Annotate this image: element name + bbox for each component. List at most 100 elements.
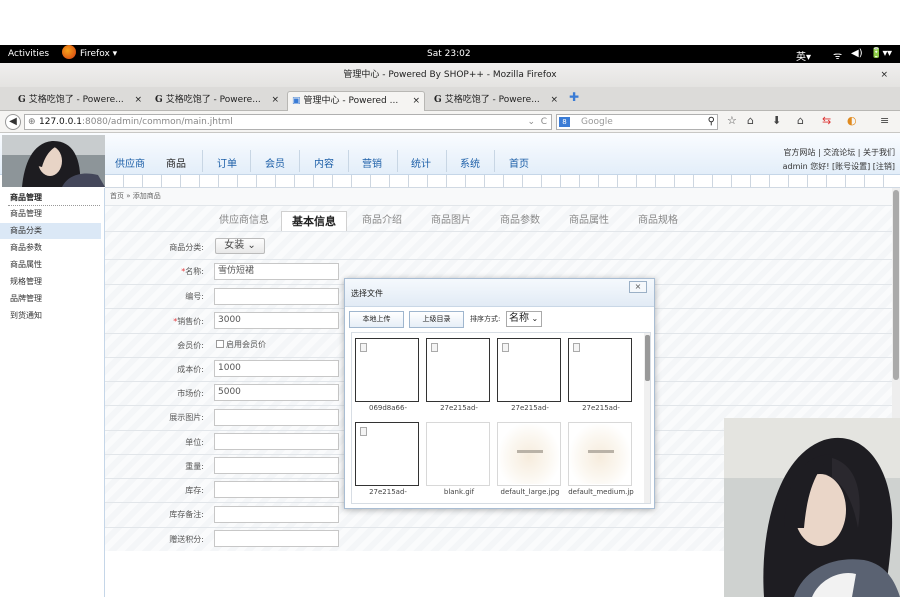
- tab-product-images[interactable]: 商品图片: [431, 211, 471, 231]
- tab-product-intro[interactable]: 商品介绍: [362, 211, 402, 231]
- file-thumbnail[interactable]: [497, 422, 561, 486]
- file-item[interactable]: default_large.jpg: [497, 419, 563, 499]
- app-menu-button[interactable]: Firefox ▾: [80, 49, 117, 59]
- sidebar-item-specifications[interactable]: 规格管理: [0, 274, 101, 290]
- cost-field[interactable]: 1000: [214, 360, 339, 377]
- download-icon[interactable]: ⬇: [772, 114, 781, 127]
- file-item[interactable]: 069d8a66-: [355, 335, 421, 415]
- tab-product-attributes[interactable]: 商品属性: [569, 211, 609, 231]
- local-upload-button[interactable]: 本地上传: [349, 311, 404, 328]
- stock-memo-field[interactable]: [214, 506, 339, 523]
- file-item[interactable]: blank.gif: [426, 419, 492, 499]
- price-field[interactable]: 3000: [214, 312, 339, 329]
- wifi-icon[interactable]: ᯤ: [833, 48, 842, 62]
- weight-field[interactable]: [214, 457, 339, 474]
- scrollbar-thumb[interactable]: [645, 335, 650, 381]
- sn-field[interactable]: [214, 288, 339, 305]
- page-scrollbar[interactable]: [892, 188, 900, 418]
- sidebar-item-product-attributes[interactable]: 商品属性: [0, 257, 101, 273]
- window-close-button[interactable]: ×: [880, 63, 888, 87]
- checkbox-icon[interactable]: [216, 340, 224, 348]
- browser-tab[interactable]: G 艾格吃饱了 - Powere... ×: [430, 91, 562, 111]
- activities-button[interactable]: Activities: [8, 49, 49, 59]
- file-thumbnail[interactable]: [426, 422, 490, 486]
- menu-icon[interactable]: ≡: [880, 114, 889, 127]
- market-price-field[interactable]: 5000: [214, 384, 339, 401]
- file-thumbnail[interactable]: [568, 422, 632, 486]
- chevron-down-icon[interactable]: ⌄: [527, 115, 535, 129]
- battery-icon[interactable]: 🔋▾: [870, 48, 887, 59]
- unit-field[interactable]: [214, 433, 339, 450]
- sidebar-item-product-params[interactable]: 商品参数: [0, 240, 101, 256]
- tab-product-params[interactable]: 商品参数: [500, 211, 540, 231]
- file-item[interactable]: 27e215ad-: [426, 335, 492, 415]
- search-icon[interactable]: ⚲: [708, 115, 715, 129]
- menu-statistics[interactable]: 统计: [411, 155, 431, 170]
- sidebar-item-product-category[interactable]: 商品分类: [0, 223, 101, 239]
- file-thumbnail[interactable]: [497, 338, 561, 402]
- menu-members[interactable]: 会员: [265, 155, 285, 170]
- system-clock[interactable]: Sat 23:02: [427, 49, 471, 59]
- chevron-down-icon: ⌄: [247, 240, 256, 251]
- category-select[interactable]: 女装 ⌄: [215, 238, 265, 254]
- library-icon[interactable]: ⌂: [747, 114, 754, 127]
- stock-memo-label: 库存备注:: [169, 510, 204, 519]
- file-icon: [431, 343, 438, 352]
- search-engine-icon[interactable]: 8: [559, 117, 570, 127]
- file-list-scrollbar[interactable]: [644, 333, 650, 503]
- file-thumbnail[interactable]: [355, 338, 419, 402]
- menu-orders[interactable]: 订单: [217, 155, 237, 170]
- file-item[interactable]: 27e215ad-: [497, 335, 563, 415]
- file-item[interactable]: 27e215ad-: [355, 419, 421, 499]
- home-icon[interactable]: ⌂: [797, 114, 804, 127]
- member-price-checkbox[interactable]: 启用会员价: [216, 339, 266, 350]
- sidebar-item-arrival-notice[interactable]: 到货通知: [0, 308, 101, 324]
- tab-supplier-info[interactable]: 供应商信息: [219, 211, 269, 231]
- sort-select[interactable]: 名称 ⌄: [506, 311, 542, 327]
- menu-suppliers[interactable]: 供应商: [115, 155, 145, 170]
- file-thumbnail[interactable]: [426, 338, 490, 402]
- search-box[interactable]: 8 Google ⚲: [556, 114, 718, 130]
- sort-value: 名称: [509, 313, 529, 324]
- menu-marketing[interactable]: 营销: [362, 155, 382, 170]
- reload-icon[interactable]: C: [541, 115, 547, 129]
- globe-icon: ⊕: [28, 117, 36, 127]
- tab-close-icon[interactable]: ×: [271, 91, 279, 109]
- menu-system[interactable]: 系统: [460, 155, 480, 170]
- tab-product-specs[interactable]: 商品规格: [638, 211, 678, 231]
- image-field[interactable]: [214, 409, 339, 426]
- sidebar-item-brands[interactable]: 品牌管理: [0, 291, 101, 307]
- stock-field[interactable]: [214, 481, 339, 498]
- scrollbar-thumb[interactable]: [893, 190, 899, 380]
- name-field[interactable]: 雪仿短裙: [214, 263, 339, 280]
- file-item[interactable]: 27e215ad-: [568, 335, 634, 415]
- sync-icon[interactable]: ⇆: [822, 114, 831, 127]
- account-links[interactable]: admin 您好! [账号设置] [注销]: [783, 160, 895, 174]
- file-thumbnail[interactable]: [568, 338, 632, 402]
- bookmark-star-icon[interactable]: ☆: [727, 114, 737, 127]
- file-thumbnail[interactable]: [355, 422, 419, 486]
- menu-content[interactable]: 内容: [314, 155, 334, 170]
- browser-tab-active[interactable]: ▣ 管理中心 - Powered ... ×: [287, 91, 425, 111]
- site-links[interactable]: 官方网站 | 交流论坛 | 关于我们: [783, 146, 895, 160]
- sidebar-item-product-management[interactable]: 商品管理: [0, 206, 101, 222]
- points-field[interactable]: [214, 530, 339, 547]
- new-tab-icon[interactable]: ✚: [569, 90, 579, 104]
- menu-home[interactable]: 首页: [509, 155, 529, 170]
- close-icon[interactable]: ×: [629, 281, 647, 293]
- tab-close-icon[interactable]: ×: [550, 91, 558, 109]
- browser-tab[interactable]: G 艾格吃饱了 - Powere... ×: [14, 91, 146, 111]
- input-method-indicator[interactable]: 英▾: [796, 48, 811, 63]
- power-menu-icon[interactable]: ▾: [887, 48, 892, 59]
- browser-tab[interactable]: G 艾格吃饱了 - Powere... ×: [151, 91, 283, 111]
- chevron-down-icon: ⌄: [529, 314, 539, 323]
- tab-close-icon[interactable]: ×: [412, 92, 420, 110]
- addon-icon[interactable]: ◐: [847, 114, 857, 127]
- address-bar[interactable]: ⊕ 127.0.0.1:8080/admin/common/main.jhtml…: [24, 114, 552, 130]
- file-item[interactable]: default_medium.jp: [568, 419, 634, 499]
- tab-basic-info[interactable]: 基本信息: [281, 211, 347, 231]
- parent-directory-button[interactable]: 上级目录: [409, 311, 464, 328]
- volume-icon[interactable]: ◀): [851, 48, 863, 59]
- back-icon[interactable]: ◀: [5, 114, 21, 130]
- tab-close-icon[interactable]: ×: [134, 91, 142, 109]
